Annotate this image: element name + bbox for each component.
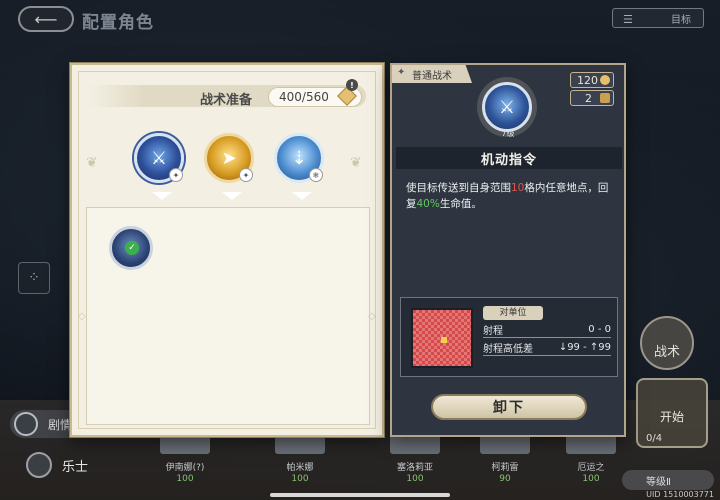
character-card[interactable]: 帕米娜 100 — [265, 432, 335, 490]
unequip-button[interactable]: 卸下 — [431, 394, 587, 420]
chevron-down-icon — [152, 192, 172, 200]
skill-name: 机动指令 — [396, 147, 622, 169]
character-cost: 100 — [582, 474, 600, 484]
story-label: 剧情 — [48, 417, 73, 432]
deploy-count: 0/4 — [646, 433, 663, 444]
range-label: 射程 — [483, 326, 503, 337]
skill-description: 使目标传送到自身范围10格内任意地点，回复40%生命值。 — [406, 180, 616, 212]
skill-cost: 120 — [570, 72, 614, 88]
desc-text: 生命值。 — [439, 198, 482, 210]
desc-text: 使目标传送到自身范围 — [406, 182, 511, 194]
back-button[interactable]: ⟵ — [18, 6, 74, 32]
objective-button[interactable]: ☰ 目标 — [612, 8, 704, 28]
objective-label: 目标 — [671, 14, 691, 26]
character-name: 伊南娜(?) — [165, 463, 205, 473]
ornament-icon: ❦ — [86, 155, 98, 171]
character-card[interactable]: 厄运之 100 — [556, 432, 626, 490]
inventory-skill-item[interactable]: ✓ — [109, 226, 153, 270]
check-icon: ✓ — [125, 241, 139, 255]
range-grid-preview — [411, 308, 473, 368]
list-icon: ☰ — [623, 13, 633, 26]
formation-icon: ⁘ — [28, 270, 40, 286]
music-label: 乐士 — [62, 459, 89, 475]
character-card[interactable]: 伊南娜(?) 100 — [150, 432, 220, 490]
chevron-down-icon — [222, 192, 242, 200]
coin-icon — [600, 75, 610, 85]
prep-title: 战术准备 — [200, 93, 253, 108]
character-name: 塞洛莉亚 — [396, 463, 433, 473]
character-card[interactable]: 塞洛莉亚 100 — [380, 432, 450, 490]
tactics-button[interactable]: 战术 — [640, 316, 694, 370]
desc-range-value: 10 — [511, 182, 525, 194]
skill-slot-2[interactable]: ➤ ✦ — [204, 133, 254, 200]
slot-badge-icon: ✦ — [239, 168, 253, 182]
skill-type-tag: ✦ 普通战术 — [392, 65, 472, 83]
character-card[interactable]: 柯莉雷 90 — [470, 432, 540, 490]
skill-slot-3[interactable]: ⇣ ❄ — [274, 133, 324, 200]
alert-icon[interactable]: ! — [346, 79, 358, 91]
range-row: 射程 0 - 0 — [483, 322, 611, 338]
upgrade-label: 等级Ⅱ — [646, 476, 671, 488]
character-name: 厄运之 — [577, 463, 605, 473]
character-cost: 100 — [406, 474, 424, 484]
slot-badge-icon: ❄ — [309, 168, 323, 182]
range-info-box: 对单位 射程 0 - 0 射程高低差 ↓99 - ↑99 — [400, 297, 618, 377]
slot-badge-icon: ✦ — [169, 168, 183, 182]
desc-heal-value: 40% — [416, 198, 440, 210]
skill-inventory: ✓ — [86, 207, 370, 425]
upgrade-button[interactable]: 等级Ⅱ — [622, 470, 714, 490]
ornament-icon: ◇ — [368, 311, 376, 322]
character-portrait — [390, 434, 440, 454]
height-value: ↓99 - ↑99 — [558, 342, 611, 353]
character-cost: 100 — [291, 474, 309, 484]
start-label: 开始 — [659, 410, 684, 424]
ornament-icon: ❦ — [350, 155, 362, 171]
skill-cost-value: 120 — [577, 73, 598, 87]
skill-cooldown-value: 2 — [585, 91, 592, 105]
character-portrait — [566, 434, 616, 454]
user-id: UID 1510003771 — [646, 490, 714, 499]
hourglass-icon — [600, 93, 610, 103]
character-name: 帕米娜 — [286, 463, 314, 473]
character-portrait — [160, 434, 210, 454]
skill-slot-1[interactable]: ⚔ ✦ — [134, 133, 184, 200]
character-portrait — [480, 434, 530, 454]
top-bar: ⟵ 配置角色 ☰ 目标 — [0, 0, 720, 40]
character-cost: 100 — [176, 474, 194, 484]
range-value: 0 - 0 — [588, 324, 611, 335]
back-arrow-icon: ⟵ — [34, 9, 58, 29]
character-name: 柯莉雷 — [491, 463, 519, 473]
skill-type-label: 普通战术 — [412, 70, 452, 82]
story-ring-icon — [14, 412, 38, 436]
height-row: 射程高低差 ↓99 - ↑99 — [483, 340, 611, 356]
home-indicator — [270, 493, 450, 497]
tactics-prep-panel: 战术准备 400/560 ! ❦ ❦ ⚔ ✦ ➤ ✦ ⇣ ❄ ✓ ◇ ◇ — [70, 63, 384, 437]
tactics-label: 战术 — [653, 345, 680, 360]
ornament-icon: ◇ — [78, 311, 86, 322]
skill-cooldown: 2 — [570, 90, 614, 106]
range-center-marker — [441, 337, 447, 343]
character-portrait — [275, 434, 325, 454]
music-filter[interactable]: 乐士 — [26, 452, 88, 478]
chevron-down-icon — [292, 192, 312, 200]
skill-level: 7级 — [501, 129, 515, 138]
target-type-tag: 对单位 — [483, 306, 543, 320]
page-title: 配置角色 — [82, 13, 154, 33]
skill-emblem-icon: ⚔ — [482, 82, 532, 132]
height-label: 射程高低差 — [483, 344, 533, 355]
formation-toggle-button[interactable]: ⁘ — [18, 262, 50, 294]
music-icon — [26, 452, 52, 478]
gear-icon: ✦ — [397, 67, 406, 78]
character-cost: 90 — [499, 474, 511, 484]
